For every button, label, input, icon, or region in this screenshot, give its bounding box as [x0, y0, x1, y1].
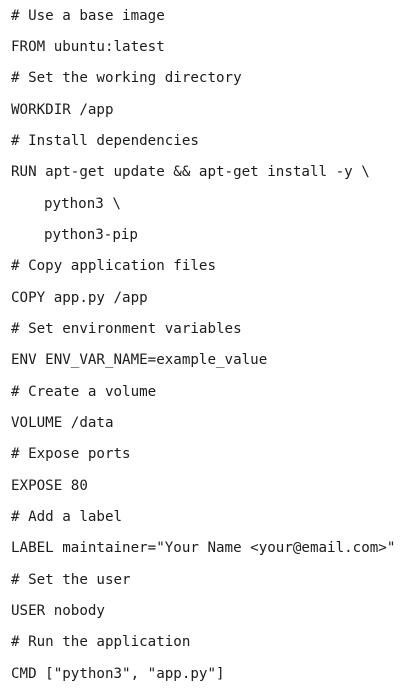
code-line-12: ENV ENV_VAR_NAME=example_value [11, 352, 268, 368]
code-line-16: EXPOSE 80 [11, 478, 88, 494]
code-line-11: # Set environment variables [11, 321, 242, 337]
code-line-21: # Run the application [11, 634, 191, 650]
code-line-7: python3 \ [44, 196, 121, 212]
code-line-18: LABEL maintainer="Your Name <your@email.… [11, 540, 396, 556]
dockerfile-code-block: # Use a base image FROM ubuntu:latest # … [0, 0, 405, 693]
code-line-6: RUN apt-get update && apt-get install -y… [11, 164, 370, 180]
code-line-2: FROM ubuntu:latest [11, 39, 165, 55]
code-line-20: USER nobody [11, 603, 105, 619]
code-line-3: # Set the working directory [11, 70, 242, 86]
code-line-4: WORKDIR /app [11, 102, 114, 118]
code-line-17: # Add a label [11, 509, 123, 525]
code-line-5: # Install dependencies [11, 133, 199, 149]
code-line-13: # Create a volume [11, 384, 157, 400]
code-line-19: # Set the user [11, 572, 131, 588]
code-line-1: # Use a base image [11, 8, 165, 24]
code-line-9: # Copy application files [11, 258, 216, 274]
code-line-8: python3-pip [44, 227, 138, 243]
code-line-10: COPY app.py /app [11, 290, 148, 306]
code-line-15: # Expose ports [11, 446, 131, 462]
code-line-22: CMD ["python3", "app.py"] [11, 666, 225, 682]
code-line-14: VOLUME /data [11, 415, 114, 431]
